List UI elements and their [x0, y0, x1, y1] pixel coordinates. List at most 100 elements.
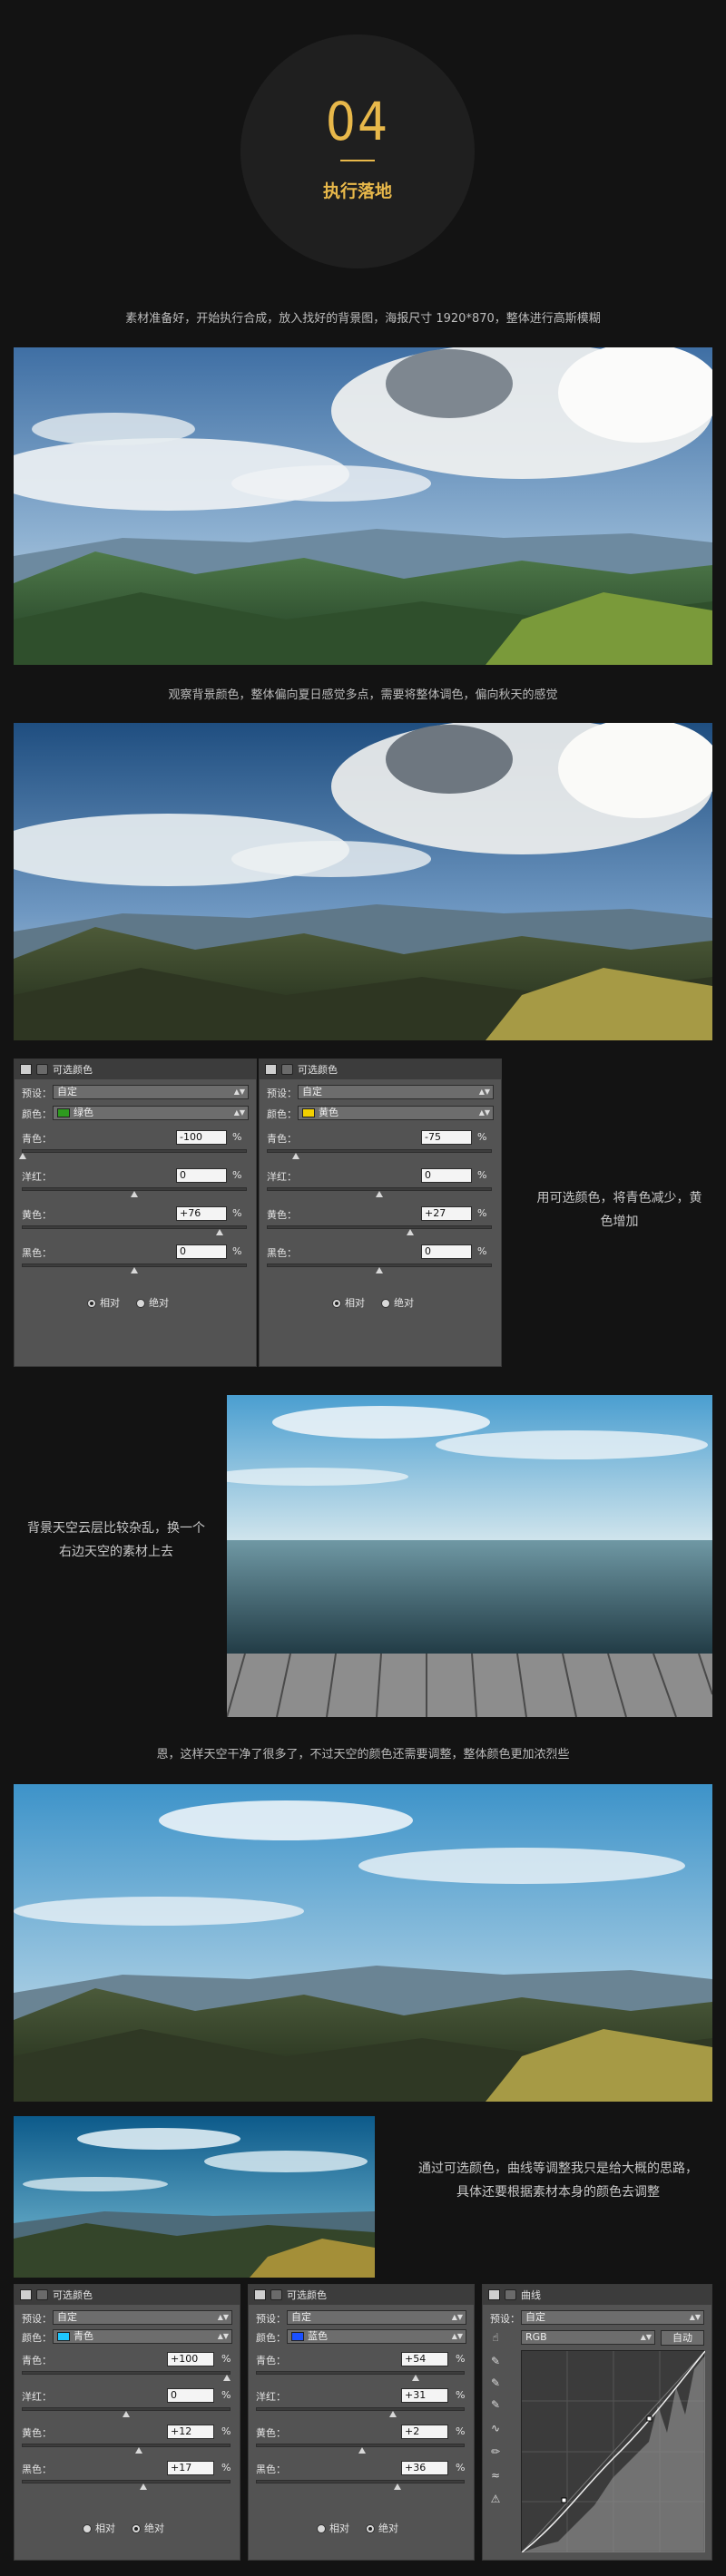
magenta-value-input[interactable]: 0 — [176, 1168, 227, 1183]
black-slider-thumb[interactable] — [376, 1267, 383, 1273]
adjustment-layer-icon — [20, 1064, 32, 1075]
yellow-slider-thumb[interactable] — [358, 2447, 366, 2454]
panel-header: 曲线 — [483, 2285, 711, 2305]
cyan-slider[interactable] — [256, 2371, 465, 2375]
yellow-label: 黄色： — [22, 1209, 52, 1221]
black-slider-thumb[interactable] — [131, 1267, 138, 1273]
magenta-slider-thumb[interactable] — [131, 1191, 138, 1197]
magenta-slider-thumb[interactable] — [389, 2411, 397, 2417]
color-select[interactable]: 绿色 ▲▼ — [53, 1106, 249, 1120]
black-value-input[interactable]: 0 — [176, 1244, 227, 1259]
panel-title: 可选颜色 — [298, 1064, 338, 1076]
black-slider-thumb[interactable] — [394, 2483, 401, 2490]
side-note-1: 用可选颜色，将青色减少，黄色增加 — [536, 1191, 702, 1229]
smooth-tool-icon[interactable]: ≈ — [488, 2468, 503, 2483]
panel-header: 可选颜色 — [249, 2285, 474, 2305]
yellow-slider[interactable] — [22, 2444, 231, 2447]
pencil-tool-icon[interactable]: ✏ — [488, 2444, 503, 2459]
absolute-radio[interactable]: 绝对 — [132, 2521, 164, 2535]
magenta-value-input[interactable]: +31 — [401, 2388, 448, 2403]
magenta-slider[interactable] — [256, 2407, 465, 2411]
yellow-slider-thumb[interactable] — [407, 1229, 414, 1235]
black-label: 黑色： — [22, 2464, 52, 2475]
mask-icon — [505, 2289, 516, 2300]
yellow-value-input[interactable]: +12 — [167, 2425, 214, 2439]
mask-icon — [281, 1064, 293, 1075]
yellow-value-input[interactable]: +2 — [401, 2425, 448, 2439]
panel-title: 曲线 — [521, 2289, 541, 2301]
yellow-label: 黄色： — [22, 2427, 52, 2439]
target-adjust-icon[interactable]: ☝ — [488, 2330, 503, 2345]
curves-panel: 曲线 预设： 自定 ▲▼ RGB ▲▼ 自动 ☝ ✎ ✎ ✎ ∿ ✏ ≈ ⚠ — [482, 2284, 712, 2561]
preset-select[interactable]: 自定 ▲▼ — [521, 2310, 704, 2325]
preset-select[interactable]: 自定 ▲▼ — [53, 1085, 249, 1099]
preset-select[interactable]: 自定 ▲▼ — [287, 2310, 466, 2325]
black-value-input[interactable]: +17 — [167, 2461, 214, 2475]
auto-button[interactable]: 自动 — [661, 2330, 704, 2346]
clipping-warning-icon[interactable]: ⚠ — [488, 2492, 503, 2506]
black-slider[interactable] — [22, 2480, 231, 2483]
black-value-input[interactable]: 0 — [421, 1244, 472, 1259]
channel-select[interactable]: RGB ▲▼ — [521, 2330, 655, 2345]
pct-label: % — [456, 2389, 466, 2401]
preset-select[interactable]: 自定 ▲▼ — [298, 1085, 494, 1099]
cyan-slider-thumb[interactable] — [223, 2375, 231, 2381]
color-select[interactable]: 青色 ▲▼ — [53, 2329, 232, 2344]
composite-photo — [14, 1784, 712, 2102]
pct-label: % — [477, 1131, 487, 1143]
color-select[interactable]: 蓝色 ▲▼ — [287, 2329, 466, 2344]
panel-header: 可选颜色 — [15, 2285, 240, 2305]
cyan-label: 青色： — [256, 2355, 286, 2366]
relative-radio[interactable]: 相对 — [317, 2521, 349, 2535]
gray-point-eyedropper-icon[interactable]: ✎ — [488, 2376, 503, 2390]
curve-graph[interactable] — [521, 2350, 706, 2553]
preset-select[interactable]: 自定 ▲▼ — [53, 2310, 232, 2325]
yellow-value-input[interactable]: +76 — [176, 1206, 227, 1221]
relative-radio[interactable]: 相对 — [87, 1295, 120, 1310]
cyan-slider[interactable] — [267, 1149, 492, 1153]
magenta-label: 洋红： — [22, 1171, 52, 1183]
yellow-swatch-icon — [302, 1108, 315, 1117]
magenta-value-input[interactable]: 0 — [167, 2388, 214, 2403]
relative-radio[interactable]: 相对 — [83, 2521, 115, 2535]
cyan-value-input[interactable]: +100 — [167, 2352, 214, 2366]
cyan-label: 青色： — [22, 1133, 52, 1145]
cyan-slider[interactable] — [22, 1149, 247, 1153]
yellow-value-input[interactable]: +27 — [421, 1206, 472, 1221]
pct-label: % — [232, 1131, 242, 1143]
background-photo-toned — [14, 723, 712, 1040]
magenta-label: 洋红： — [267, 1171, 297, 1183]
magenta-slider-thumb[interactable] — [376, 1191, 383, 1197]
yellow-slider-thumb[interactable] — [216, 1229, 223, 1235]
black-value-input[interactable]: +36 — [401, 2461, 448, 2475]
cyan-slider-thumb[interactable] — [19, 1153, 26, 1159]
yellow-slider[interactable] — [267, 1225, 492, 1229]
curve-point-tool-icon[interactable]: ∿ — [488, 2421, 503, 2435]
magenta-value-input[interactable]: 0 — [421, 1168, 472, 1183]
cyan-slider-thumb[interactable] — [412, 2375, 419, 2381]
cyan-slider[interactable] — [22, 2371, 231, 2375]
absolute-radio[interactable]: 绝对 — [366, 2521, 398, 2535]
pct-label: % — [232, 1245, 242, 1257]
preset-label: 预设： — [22, 1088, 52, 1099]
magenta-label: 洋红： — [256, 2391, 286, 2403]
black-point-eyedropper-icon[interactable]: ✎ — [488, 2354, 503, 2368]
mask-icon — [36, 1064, 48, 1075]
selective-color-panel-yellow: 可选颜色 预设： 自定 ▲▼ 颜色： 黄色 ▲▼ 青色： -75 % 洋红： 0 %… — [259, 1059, 502, 1367]
cyan-value-input[interactable]: -75 — [421, 1130, 472, 1145]
cyan-value-input[interactable]: +54 — [401, 2352, 448, 2366]
yellow-slider[interactable] — [22, 1225, 247, 1229]
cyan-slider-thumb[interactable] — [292, 1153, 299, 1159]
yellow-slider-thumb[interactable] — [135, 2447, 142, 2454]
black-slider-thumb[interactable] — [140, 2483, 147, 2490]
absolute-radio[interactable]: 绝对 — [381, 1295, 414, 1310]
color-select[interactable]: 黄色 ▲▼ — [298, 1106, 494, 1120]
magenta-slider-thumb[interactable] — [123, 2411, 130, 2417]
pct-label: % — [232, 1207, 242, 1219]
pct-label: % — [221, 2462, 231, 2474]
absolute-radio[interactable]: 绝对 — [136, 1295, 169, 1310]
relative-radio[interactable]: 相对 — [332, 1295, 365, 1310]
black-slider[interactable] — [256, 2480, 465, 2483]
cyan-value-input[interactable]: -100 — [176, 1130, 227, 1145]
white-point-eyedropper-icon[interactable]: ✎ — [488, 2397, 503, 2412]
